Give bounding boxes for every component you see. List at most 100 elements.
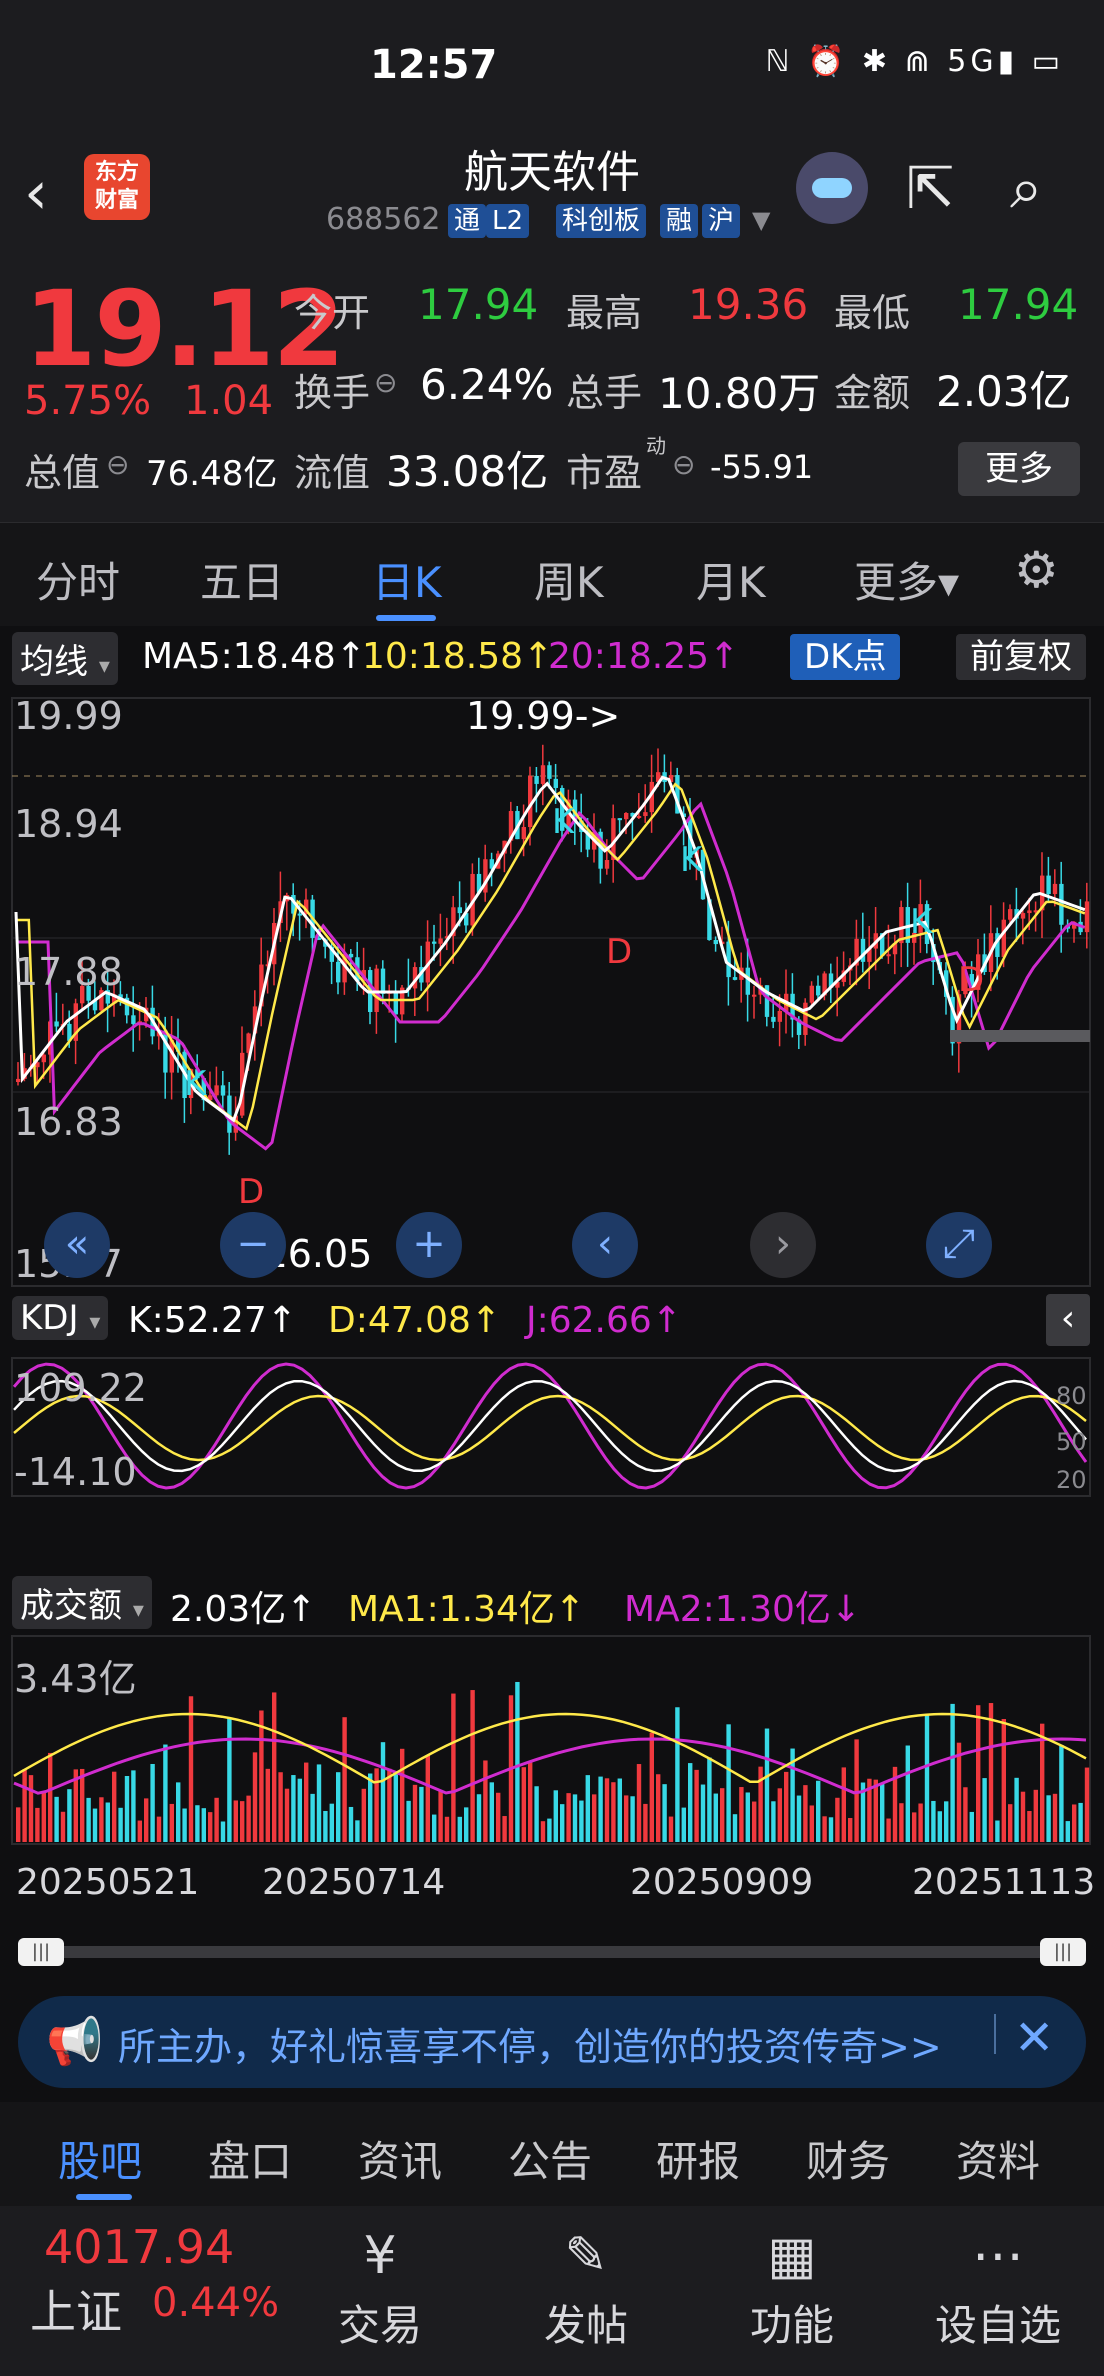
settings-icon[interactable]: ⚙ bbox=[1014, 541, 1059, 599]
tab-forum[interactable]: 股吧 bbox=[58, 2128, 142, 2189]
volume-bar bbox=[342, 1717, 347, 1842]
tab-research[interactable]: 研报 bbox=[656, 2128, 740, 2189]
volume-bar bbox=[361, 1788, 366, 1842]
tab-monthly-k[interactable]: 月K bbox=[696, 549, 766, 610]
volume-bar bbox=[272, 1692, 277, 1842]
volume-bar bbox=[80, 1768, 85, 1842]
volume-bar bbox=[924, 1715, 930, 1842]
volume-bar bbox=[560, 1804, 565, 1842]
kline-chart[interactable] bbox=[0, 692, 1104, 1292]
date-label: 20250521 bbox=[16, 1862, 200, 1903]
candle-body bbox=[1027, 910, 1032, 914]
add-watchlist-button[interactable]: ⋯ 设自选 bbox=[928, 2226, 1068, 2353]
volume-bar bbox=[771, 1801, 776, 1842]
fullscreen-button[interactable]: ⤢ bbox=[926, 1212, 992, 1278]
volume-bar bbox=[464, 1807, 469, 1842]
dk-point-button[interactable]: DK点 bbox=[790, 634, 901, 680]
more-button[interactable]: 更多 bbox=[958, 442, 1080, 496]
volume-bar bbox=[1033, 1789, 1038, 1842]
info-icon[interactable]: ⊖ bbox=[374, 366, 397, 399]
volume-bar bbox=[636, 1764, 642, 1842]
tab-order-book[interactable]: 盘口 bbox=[208, 2128, 292, 2189]
volume-bar bbox=[854, 1739, 859, 1842]
ma5-legend: MA5:18.48↑ bbox=[142, 636, 366, 677]
pe-dynamic-sup: 动 bbox=[646, 434, 666, 458]
volume-bar bbox=[694, 1769, 699, 1842]
volume-chart[interactable] bbox=[0, 1634, 1104, 1846]
volume-bar bbox=[496, 1792, 501, 1842]
volume-bar bbox=[195, 1805, 200, 1842]
candle-body bbox=[54, 1021, 59, 1027]
functions-button[interactable]: ▦ 功能 bbox=[722, 2226, 862, 2353]
volume-bar bbox=[816, 1780, 821, 1842]
volume-bar bbox=[316, 1764, 322, 1842]
volume-bar bbox=[35, 1807, 40, 1842]
index-value[interactable]: 4017.94 bbox=[44, 2220, 234, 2274]
kdj-selector[interactable]: KDJ ▾ bbox=[12, 1296, 109, 1340]
zoom-out-button[interactable]: − bbox=[220, 1212, 286, 1278]
volume-bar bbox=[425, 1755, 430, 1842]
candle-body bbox=[624, 812, 629, 820]
candle-body bbox=[297, 913, 302, 916]
volume-bar bbox=[214, 1797, 219, 1842]
volume-bar bbox=[886, 1818, 891, 1842]
tab-news[interactable]: 资讯 bbox=[358, 2128, 442, 2189]
volume-bar bbox=[726, 1724, 731, 1842]
tab-intraday[interactable]: 分时 bbox=[36, 549, 120, 610]
tab-announcements[interactable]: 公告 bbox=[508, 2128, 592, 2189]
promo-banner[interactable]: 📢 所主办，好礼惊喜享不停，创造你的投资传奇>> ✕ bbox=[18, 1996, 1086, 2088]
candle-body bbox=[771, 1016, 776, 1022]
volume-bar bbox=[476, 1794, 482, 1842]
candle-body bbox=[713, 939, 718, 945]
share-icon[interactable]: ⇱ bbox=[906, 154, 955, 222]
trade-button[interactable]: ¥ 交易 bbox=[310, 2226, 450, 2353]
scroll-left-button[interactable]: ‹ bbox=[572, 1212, 638, 1278]
ma-selector[interactable]: 均线 ▾ bbox=[12, 632, 118, 685]
volume-bar bbox=[323, 1810, 328, 1842]
change-percent: 5.75% bbox=[24, 378, 152, 424]
collapse-panel-icon[interactable]: ‹ bbox=[1046, 1294, 1090, 1346]
post-button[interactable]: ✎ 发帖 bbox=[516, 2226, 656, 2353]
tab-profile[interactable]: 资料 bbox=[956, 2128, 1040, 2189]
volume-bar bbox=[822, 1816, 827, 1842]
chevron-down-icon: ▾ bbox=[98, 654, 110, 679]
adjust-price-button[interactable]: 前复权 bbox=[956, 634, 1086, 680]
robot-assistant-icon[interactable] bbox=[796, 152, 868, 224]
volume-bar bbox=[1008, 1804, 1013, 1842]
candle-body bbox=[604, 860, 610, 869]
kdj-chart[interactable] bbox=[0, 1356, 1104, 1500]
tab-daily-k[interactable]: 日K bbox=[372, 549, 442, 610]
range-slider-right-handle[interactable]: ||| bbox=[1040, 1938, 1086, 1966]
search-icon[interactable]: ⌕ bbox=[1010, 154, 1042, 223]
k-marker: K bbox=[680, 840, 703, 880]
tab-financials[interactable]: 财务 bbox=[806, 2128, 890, 2189]
info-icon[interactable]: ⊖ bbox=[106, 448, 129, 481]
range-slider-left-handle[interactable]: ||| bbox=[18, 1938, 64, 1966]
volume-bar bbox=[54, 1796, 59, 1842]
range-slider-track[interactable] bbox=[18, 1946, 1086, 1958]
zoom-in-button[interactable]: + bbox=[396, 1212, 462, 1278]
volume-bar bbox=[944, 1801, 949, 1842]
scroll-right-button[interactable]: › bbox=[750, 1212, 816, 1278]
volume-bar bbox=[963, 1787, 968, 1842]
close-icon[interactable]: ✕ bbox=[1014, 2010, 1054, 2066]
change-amount: 1.04 bbox=[184, 378, 274, 424]
volume-selector[interactable]: 成交额 ▾ bbox=[12, 1576, 152, 1629]
candle-body bbox=[809, 985, 814, 1003]
info-icon[interactable]: ⊖ bbox=[672, 448, 695, 481]
chevron-down-icon[interactable]: ▼ bbox=[752, 206, 770, 234]
low-value: 17.94 bbox=[958, 280, 1079, 329]
candle-body bbox=[547, 765, 552, 779]
tab-five-day[interactable]: 五日 bbox=[200, 549, 284, 610]
tab-weekly-k[interactable]: 周K bbox=[534, 549, 604, 610]
volume-bar bbox=[48, 1752, 53, 1842]
volume-bar bbox=[60, 1811, 66, 1842]
kdj-ref-80: 80 bbox=[1056, 1382, 1087, 1410]
volume-bar bbox=[547, 1818, 552, 1842]
candle-body bbox=[534, 775, 539, 784]
more-dots-icon: ⋯ bbox=[972, 2226, 1024, 2286]
volume-bar bbox=[534, 1786, 539, 1842]
date-label: 20251113 bbox=[912, 1862, 1096, 1903]
tab-more[interactable]: 更多▾ bbox=[854, 549, 959, 610]
scroll-start-button[interactable]: « bbox=[44, 1212, 110, 1278]
